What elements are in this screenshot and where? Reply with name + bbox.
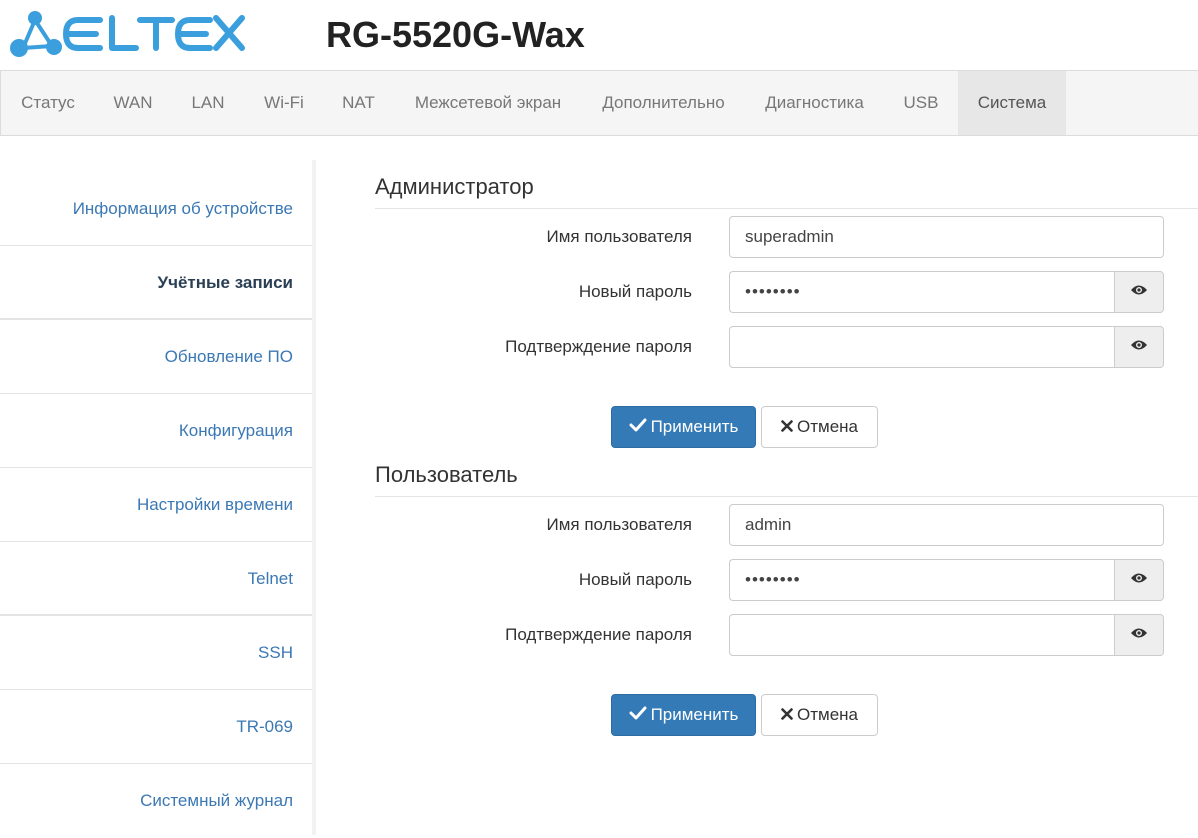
user-new-password-label: Новый пароль (578, 570, 692, 589)
user-username-input[interactable] (729, 504, 1164, 546)
sidebar-item-device-info[interactable]: Информация об устройстве (0, 172, 312, 246)
eye-icon (1130, 338, 1148, 356)
eye-icon (1130, 283, 1148, 301)
check-icon (629, 705, 647, 725)
sidebar-item-ssh[interactable]: SSH (0, 616, 312, 690)
nav-tab-diagnostics[interactable]: Диагностика (745, 71, 884, 135)
admin-confirm-password-input[interactable] (729, 326, 1115, 368)
sidebar-item-accounts[interactable]: Учётные записи (0, 246, 312, 320)
admin-section-title: Администратор (375, 176, 1198, 209)
nav-tab-advanced[interactable]: Дополнительно (582, 71, 745, 135)
sidebar-item-firmware-update[interactable]: Обновление ПО (0, 320, 312, 394)
admin-cancel-button[interactable]: Отмена (761, 406, 878, 448)
nav-tab-wifi[interactable]: Wi-Fi (245, 71, 323, 135)
nav-tab-firewall[interactable]: Межсетевой экран (394, 71, 582, 135)
user-confirm-password-label: Подтверждение пароля (505, 625, 692, 644)
admin-confirm-password-label: Подтверждение пароля (505, 337, 692, 356)
sidebar: Информация об устройстве Учётные записи … (0, 160, 316, 835)
close-icon (781, 417, 793, 437)
eltex-logo[interactable] (8, 8, 248, 60)
admin-username-label: Имя пользователя (546, 227, 693, 246)
user-section-title: Пользователь (375, 464, 1198, 497)
admin-cancel-label: Отмена (797, 417, 858, 436)
user-confirm-password-input[interactable] (729, 614, 1115, 656)
user-cancel-button[interactable]: Отмена (761, 694, 878, 736)
nav-tab-status[interactable]: Статус (1, 71, 95, 135)
close-icon (781, 705, 793, 725)
nav-tab-nat[interactable]: NAT (323, 71, 394, 135)
user-new-password-input[interactable] (729, 559, 1115, 601)
main-navbar: Статус WAN LAN Wi-Fi NAT Межсетевой экра… (0, 70, 1198, 136)
admin-show-confirm-button[interactable] (1114, 326, 1164, 368)
sidebar-item-configuration[interactable]: Конфигурация (0, 394, 312, 468)
header: RG-5520G-Wax (0, 0, 1198, 70)
device-model-title: RG-5520G-Wax (326, 14, 585, 55)
sidebar-item-time-settings[interactable]: Настройки времени (0, 468, 312, 542)
user-cancel-label: Отмена (797, 705, 858, 724)
nav-tab-lan[interactable]: LAN (171, 71, 245, 135)
check-icon (629, 417, 647, 437)
admin-new-password-input[interactable] (729, 271, 1115, 313)
admin-new-password-label: Новый пароль (578, 282, 692, 301)
eye-icon (1130, 626, 1148, 644)
sidebar-item-system-log[interactable]: Системный журнал (0, 764, 312, 838)
user-apply-button[interactable]: Применить (611, 694, 756, 736)
admin-username-input[interactable] (729, 216, 1164, 258)
nav-tab-usb[interactable]: USB (884, 71, 958, 135)
sidebar-item-tr069[interactable]: TR-069 (0, 690, 312, 764)
admin-apply-button[interactable]: Применить (611, 406, 756, 448)
user-apply-label: Применить (650, 705, 739, 724)
eye-icon (1130, 571, 1148, 589)
user-show-password-button[interactable] (1114, 559, 1164, 601)
user-show-confirm-button[interactable] (1114, 614, 1164, 656)
user-username-label: Имя пользователя (546, 515, 693, 534)
nav-tab-system[interactable]: Система (958, 71, 1066, 135)
admin-show-password-button[interactable] (1114, 271, 1164, 313)
admin-apply-label: Применить (650, 417, 739, 436)
nav-tab-wan[interactable]: WAN (95, 71, 171, 135)
sidebar-item-telnet[interactable]: Telnet (0, 542, 312, 616)
